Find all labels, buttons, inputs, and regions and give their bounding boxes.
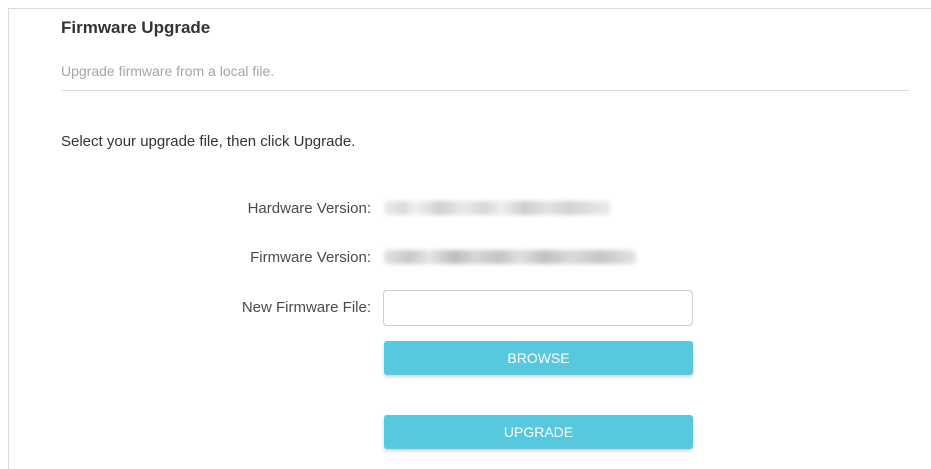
firmware-version-label: Firmware Version:: [250, 249, 371, 266]
upgrade-button[interactable]: UPGRADE: [384, 415, 693, 449]
hardware-version-value-redacted: [384, 201, 610, 215]
hardware-version-label: Hardware Version:: [247, 200, 371, 217]
new-firmware-file-input[interactable]: [383, 290, 693, 326]
new-firmware-file-label: New Firmware File:: [241, 299, 371, 316]
firmware-version-value-redacted: [384, 250, 636, 264]
page-title: Firmware Upgrade: [61, 18, 211, 37]
divider: [61, 90, 909, 91]
page-subtitle: Upgrade firmware from a local file.: [61, 63, 275, 79]
instruction-text: Select your upgrade file, then click Upg…: [61, 133, 356, 150]
browse-button[interactable]: BROWSE: [384, 341, 693, 375]
